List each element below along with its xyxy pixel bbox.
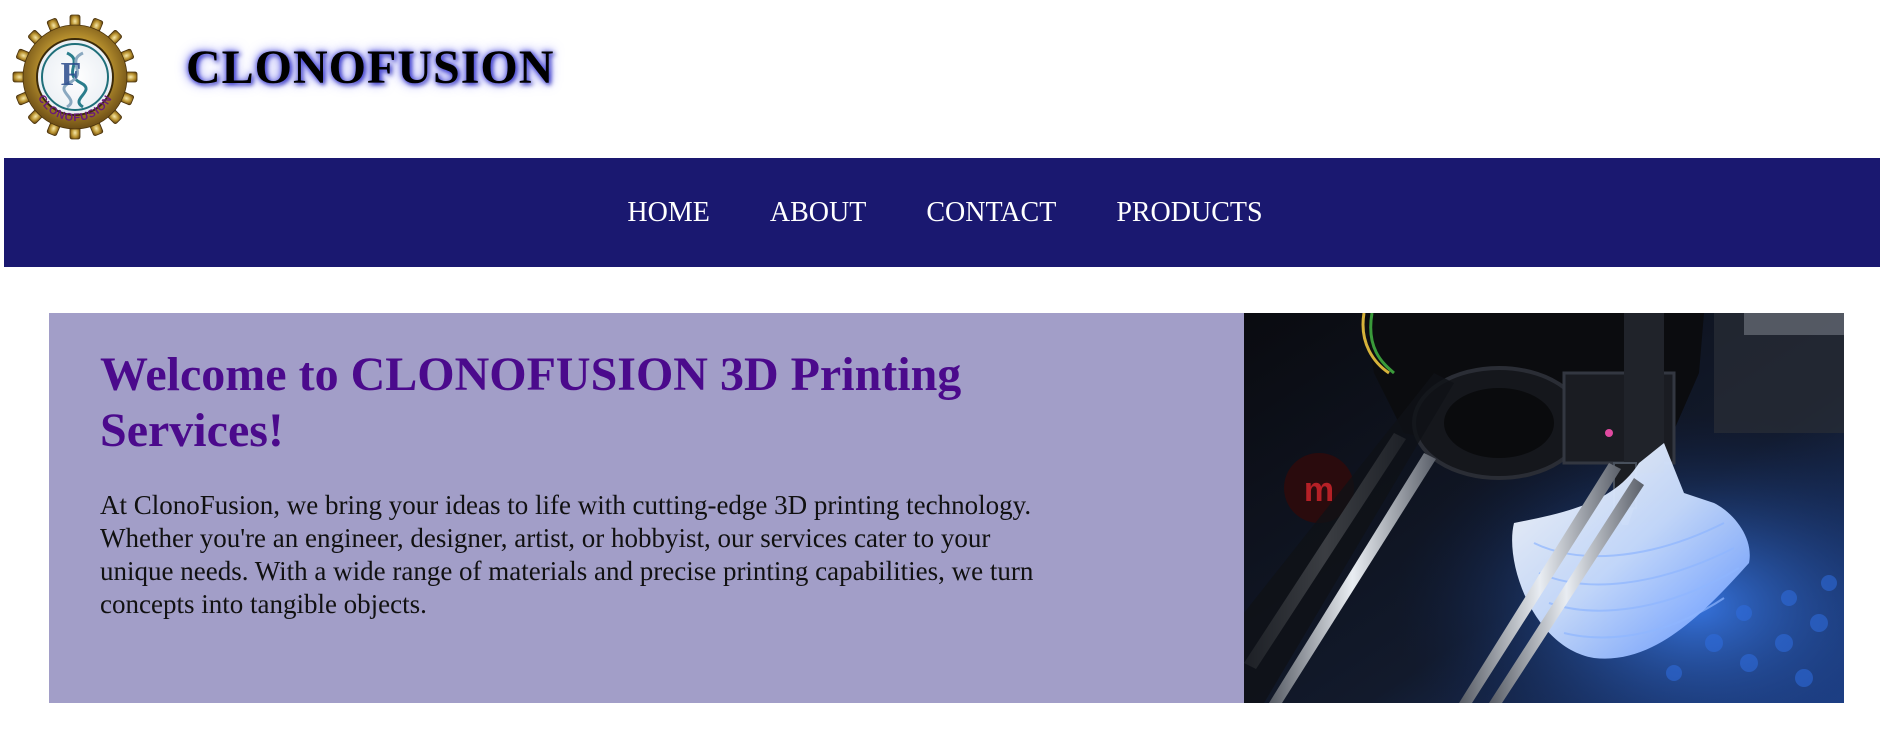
logo[interactable]: F CLONOFUSION (12, 10, 138, 148)
hero-section: Welcome to CLONOFUSION 3D Printing Servi… (49, 313, 1844, 703)
gear-logo-icon: F CLONOFUSION (12, 14, 138, 140)
hero-description: At ClonoFusion, we bring your ideas to l… (100, 490, 1034, 619)
hero-image: m (1244, 313, 1844, 703)
3d-printer-image-icon: m (1244, 313, 1844, 703)
hero-title: Welcome to CLONOFUSION 3D Printing Servi… (100, 348, 962, 457)
nav-item-home[interactable]: HOME (597, 196, 739, 230)
svg-text:m: m (1304, 471, 1334, 509)
nav-item-contact[interactable]: CONTACT (896, 196, 1086, 230)
site-header: F CLONOFUSION CLONOFUSION (0, 0, 1885, 158)
nav-item-products[interactable]: PRODUCTS (1086, 196, 1292, 230)
nav-list: HOME ABOUT CONTACT PRODUCTS (597, 196, 1292, 230)
svg-text:F: F (61, 56, 82, 93)
page: F CLONOFUSION CLONOFUSION HOME ABOUT CON… (0, 0, 1885, 744)
hero-text-panel: Welcome to CLONOFUSION 3D Printing Servi… (49, 313, 1244, 703)
main-nav: HOME ABOUT CONTACT PRODUCTS (4, 158, 1880, 267)
site-brand: CLONOFUSION (186, 41, 555, 94)
nav-item-about[interactable]: ABOUT (740, 196, 896, 230)
